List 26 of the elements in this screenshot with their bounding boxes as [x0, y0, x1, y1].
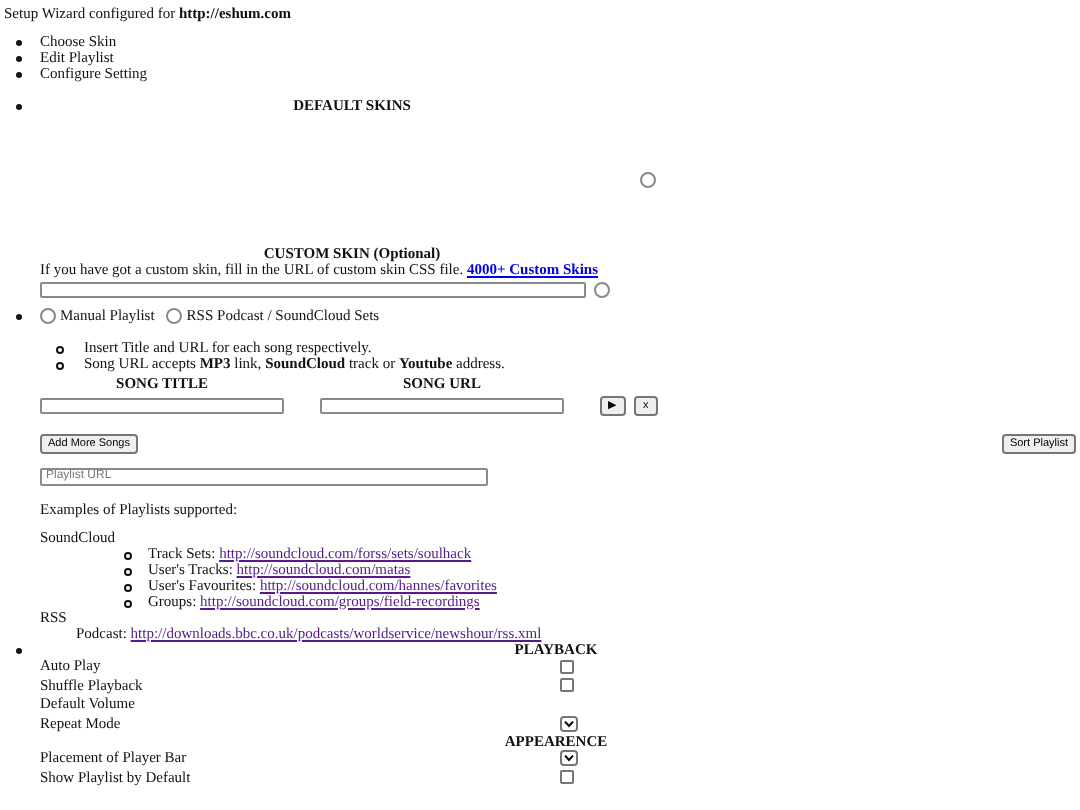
bullet-icon [16, 104, 22, 110]
dropdown[interactable] [560, 715, 578, 732]
custom-skin-field[interactable] [40, 282, 586, 298]
dropdown[interactable] [560, 750, 578, 767]
checkbox[interactable] [560, 770, 574, 785]
song-field[interactable] [40, 398, 284, 414]
bullet-icon [16, 40, 22, 46]
radio-button[interactable] [166, 308, 183, 324]
bullet-icon [56, 346, 64, 354]
song-field[interactable] [320, 398, 564, 414]
bullet-icon [124, 567, 132, 575]
bullet-icon [124, 583, 132, 591]
checkbox[interactable] [560, 678, 574, 693]
bullet-icon [124, 551, 132, 559]
chevron-down-icon [564, 754, 574, 763]
bullet-icon [56, 362, 64, 370]
chevron-down-icon [564, 719, 574, 728]
radio-button[interactable] [640, 172, 656, 188]
bullet-icon [16, 72, 22, 78]
bullet-icon [124, 599, 132, 607]
radio-button[interactable] [594, 282, 610, 298]
bullet-icon [16, 647, 22, 653]
bullet-icon [16, 314, 22, 320]
checkbox[interactable] [560, 659, 574, 674]
bullet-icon [16, 56, 22, 62]
radio-button[interactable] [40, 308, 56, 324]
